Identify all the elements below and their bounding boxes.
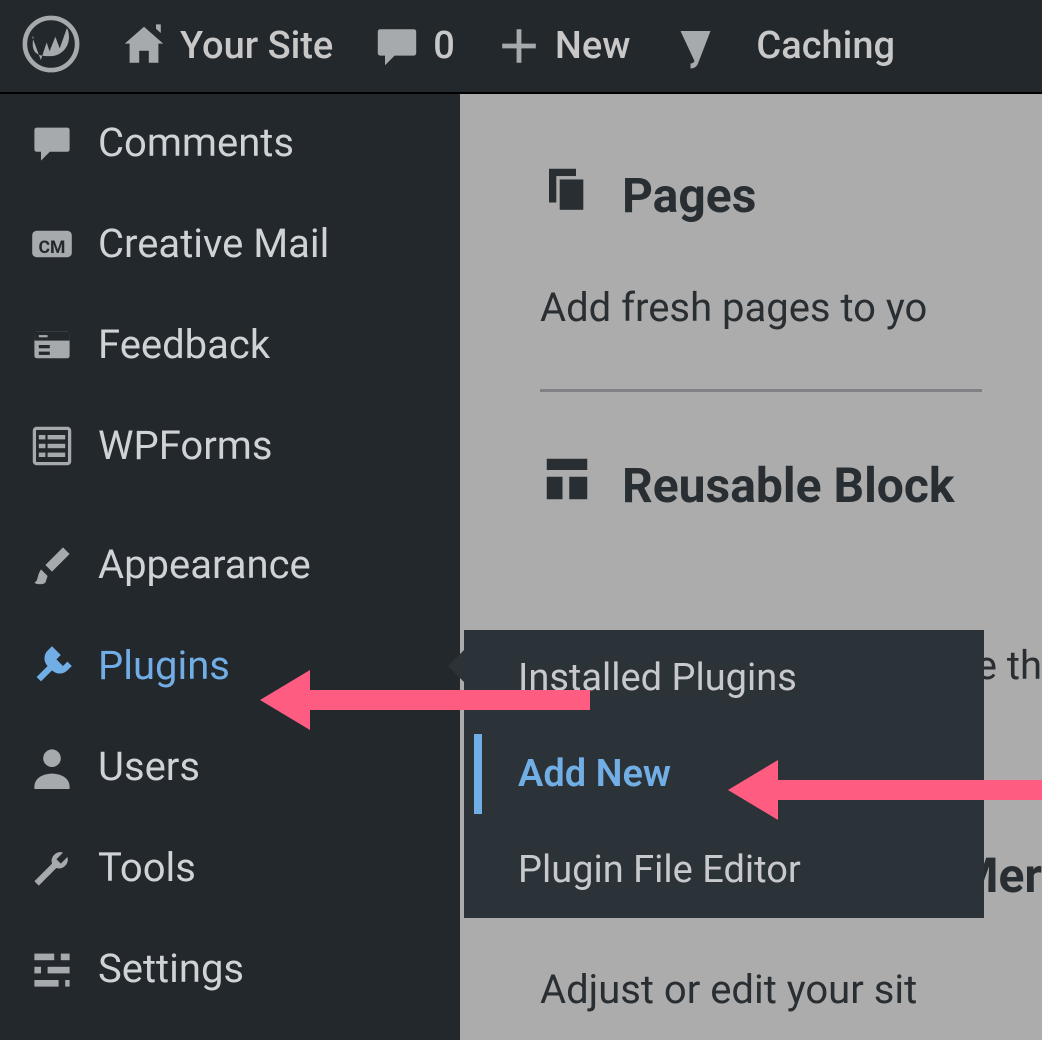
brush-icon — [26, 543, 78, 587]
wordpress-logo[interactable] — [0, 15, 100, 77]
sidebar-item-creative-mail[interactable]: CM Creative Mail — [0, 193, 460, 294]
flyout-add-new[interactable]: Add New — [464, 726, 984, 822]
topbar-new[interactable]: New — [475, 0, 651, 92]
sidebar-label: WPForms — [98, 422, 273, 469]
sidebar-label: Plugins — [98, 642, 230, 689]
topbar-caching[interactable]: Caching — [736, 0, 915, 92]
topbar-yoast[interactable] — [650, 0, 736, 92]
sidebar-label: Feedback — [98, 321, 270, 368]
sidebar-item-feedback[interactable]: Feedback — [0, 294, 460, 395]
wpforms-icon — [26, 424, 78, 468]
sidebar-item-plugins[interactable]: Plugins — [0, 615, 460, 716]
sidebar-item-tools[interactable]: Tools — [0, 817, 460, 918]
plus-icon — [495, 22, 543, 70]
user-icon — [26, 745, 78, 789]
sidebar-item-appearance[interactable]: Appearance — [0, 514, 460, 615]
admin-topbar: Your Site 0 New Caching — [0, 0, 1042, 94]
comments-count-label: 0 — [433, 24, 455, 68]
sidebar-label: Settings — [98, 945, 244, 992]
flyout-pointer — [448, 650, 464, 682]
flyout-label: Installed Plugins — [518, 656, 797, 700]
sidebar-item-comments[interactable]: Comments — [0, 92, 460, 193]
comment-icon — [26, 121, 78, 165]
sidebar-label: Users — [98, 743, 200, 790]
sidebar-label: Appearance — [98, 541, 311, 588]
plugins-flyout: Installed Plugins Add New Plugin File Ed… — [464, 630, 984, 918]
sidebar-label: Creative Mail — [98, 220, 329, 267]
flyout-label: Add New — [518, 752, 671, 796]
sidebar-item-wpforms[interactable]: WPForms — [0, 395, 460, 496]
sidebar-item-users[interactable]: Users — [0, 716, 460, 817]
comment-icon — [373, 22, 421, 70]
feedback-icon — [26, 323, 78, 367]
flyout-plugin-file-editor[interactable]: Plugin File Editor — [464, 822, 984, 918]
caching-label: Caching — [756, 24, 895, 68]
sidebar-item-settings[interactable]: Settings — [0, 918, 460, 1019]
site-name-label: Your Site — [180, 24, 333, 68]
cm-icon: CM — [26, 222, 78, 266]
sidebar-label: Comments — [98, 119, 294, 166]
yoast-icon — [668, 21, 718, 71]
new-label: New — [555, 24, 631, 68]
home-icon — [120, 22, 168, 70]
admin-sidebar: Comments CM Creative Mail Feedback WPFor… — [0, 92, 460, 1040]
topbar-comments[interactable]: 0 — [353, 0, 475, 92]
svg-text:CM: CM — [39, 237, 66, 257]
flyout-installed-plugins[interactable]: Installed Plugins — [464, 630, 984, 726]
sidebar-label: Tools — [98, 844, 196, 891]
topbar-site-link[interactable]: Your Site — [100, 0, 353, 92]
sliders-icon — [26, 947, 78, 991]
wrench-icon — [26, 846, 78, 890]
plugin-icon — [26, 644, 78, 688]
flyout-label: Plugin File Editor — [518, 848, 801, 892]
